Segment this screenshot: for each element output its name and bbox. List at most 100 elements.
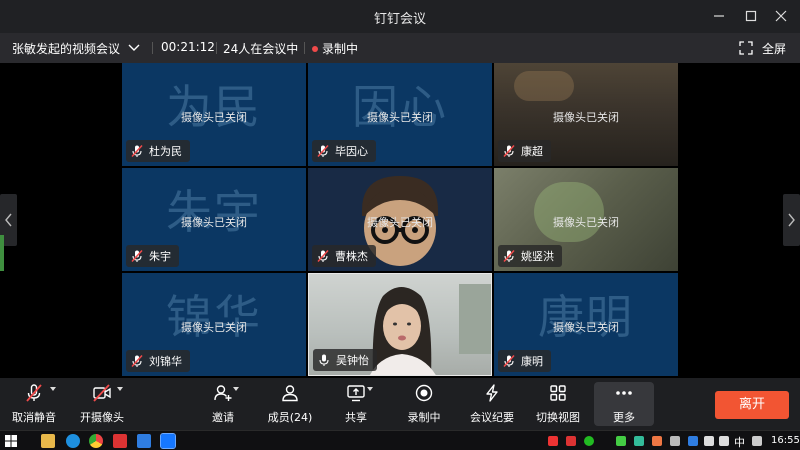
video-tile[interactable]: 摄像头已关闭 康超 xyxy=(494,63,678,166)
members-button[interactable]: 成员(24) xyxy=(266,382,314,426)
chevron-down-icon[interactable] xyxy=(128,44,140,52)
mic-muted-icon xyxy=(131,249,143,263)
camera-off-text: 摄像头已关闭 xyxy=(553,111,619,124)
share-screen-icon xyxy=(347,385,365,402)
mic-muted-icon xyxy=(131,354,143,368)
more-button[interactable]: 更多 xyxy=(600,382,648,426)
share-label: 共享 xyxy=(345,411,367,424)
grid-view-icon xyxy=(550,385,566,401)
divider xyxy=(216,42,217,54)
fullscreen-button[interactable]: 全屏 xyxy=(762,40,786,57)
video-tile[interactable]: 因心 摄像头已关闭 毕因心 xyxy=(308,63,492,166)
edge-browser-icon[interactable] xyxy=(66,434,80,448)
switch-view-button[interactable]: 切换视图 xyxy=(534,382,582,426)
video-grid: 为民 摄像头已关闭 杜为民 因心 摄像头已关闭 毕因心 摄像头已关闭 康超 朱宇… xyxy=(122,63,679,378)
close-icon xyxy=(775,10,787,22)
camera-off-text: 摄像头已关闭 xyxy=(367,216,433,229)
tray-app-icon[interactable] xyxy=(616,436,626,446)
chevron-right-icon xyxy=(788,213,795,227)
maximize-button[interactable] xyxy=(740,6,762,26)
tray-app-icon[interactable] xyxy=(688,436,698,446)
close-button[interactable] xyxy=(770,6,792,26)
system-clock[interactable]: 16:55 xyxy=(771,435,800,446)
wechat-icon[interactable] xyxy=(584,436,594,446)
switch-view-label: 切换视图 xyxy=(536,411,580,424)
camera-options-caret[interactable] xyxy=(117,387,123,391)
mic-muted-icon xyxy=(503,354,515,368)
camera-on-label: 开摄像头 xyxy=(80,411,124,424)
participant-tag: 毕因心 xyxy=(312,140,376,162)
participant-name: 毕因心 xyxy=(335,145,368,158)
tray-app-icon[interactable] xyxy=(670,436,680,446)
mic-muted-icon xyxy=(317,249,329,263)
share-button[interactable]: 共享 xyxy=(342,382,370,426)
more-label: 更多 xyxy=(613,411,635,424)
video-tile[interactable]: 康明 摄像头已关闭 康明 xyxy=(494,273,678,376)
video-tile[interactable]: 摄像头已关闭 姚竖洪 xyxy=(494,168,678,271)
participant-tag: 吴钟怡 xyxy=(313,349,377,371)
mic-muted-icon xyxy=(131,144,143,158)
participant-tag: 刘锦华 xyxy=(126,350,190,372)
recording-dot-icon xyxy=(312,46,318,52)
tray-app-icon[interactable] xyxy=(566,436,576,446)
meeting-minutes-button[interactable]: 会议纪要 xyxy=(468,382,516,426)
participant-name: 杜为民 xyxy=(149,145,182,158)
participant-tag: 朱宇 xyxy=(126,245,179,267)
next-page-button[interactable] xyxy=(783,194,800,246)
video-tile-live[interactable]: 吴钟怡 xyxy=(308,273,492,376)
avatar-text: 锦华 xyxy=(166,290,262,344)
wps-icon[interactable] xyxy=(113,434,127,448)
fullscreen-icon[interactable] xyxy=(739,41,753,55)
leave-button[interactable]: 离开 xyxy=(715,391,789,419)
meeting-minutes-label: 会议纪要 xyxy=(470,411,514,424)
participant-name: 朱宇 xyxy=(149,250,171,263)
invite-options-caret[interactable] xyxy=(233,387,239,391)
dingtalk-icon[interactable] xyxy=(160,433,176,449)
chrome-icon[interactable] xyxy=(89,434,103,448)
app-icon[interactable] xyxy=(137,434,151,448)
minimize-icon xyxy=(714,15,724,17)
participant-tag: 康超 xyxy=(498,140,551,162)
participant-name: 康明 xyxy=(521,355,543,368)
windows-start-icon[interactable] xyxy=(5,435,17,447)
participant-name: 曹株杰 xyxy=(335,250,368,263)
volume-icon[interactable] xyxy=(719,436,729,446)
members-icon xyxy=(282,385,298,402)
mic-options-caret[interactable] xyxy=(50,387,56,391)
background-blur xyxy=(534,182,604,242)
video-tile[interactable]: 为民 摄像头已关闭 杜为民 xyxy=(122,63,306,166)
tray-app-icon[interactable] xyxy=(548,436,558,446)
participant-count[interactable]: 24人在会议中 xyxy=(223,40,298,57)
members-label: 成员(24) xyxy=(267,411,313,424)
input-method-indicator[interactable]: 中 xyxy=(734,434,745,450)
tray-app-icon[interactable] xyxy=(652,436,662,446)
file-explorer-icon[interactable] xyxy=(41,434,55,448)
notification-icon[interactable] xyxy=(752,436,762,446)
recording-button[interactable]: 录制中 xyxy=(406,382,442,426)
video-tile[interactable]: 摄像头已关闭 曹株杰 xyxy=(308,168,492,271)
video-tile[interactable]: 朱宇 摄像头已关闭 朱宇 xyxy=(122,168,306,271)
minimize-button[interactable] xyxy=(708,6,730,26)
tray-app-icon[interactable] xyxy=(634,436,644,446)
wifi-icon[interactable] xyxy=(704,436,714,446)
background-blur xyxy=(514,71,574,101)
camera-off-text: 摄像头已关闭 xyxy=(553,321,619,334)
avatar-text: 因心 xyxy=(352,80,448,134)
share-options-caret[interactable] xyxy=(367,387,373,391)
participant-tag: 杜为民 xyxy=(126,140,190,162)
video-stage: 为民 摄像头已关闭 杜为民 因心 摄像头已关闭 毕因心 摄像头已关闭 康超 朱宇… xyxy=(0,63,800,378)
recording-status[interactable]: 录制中 xyxy=(312,40,358,57)
video-tile[interactable]: 锦华 摄像头已关闭 刘锦华 xyxy=(122,273,306,376)
camera-off-text: 摄像头已关闭 xyxy=(553,216,619,229)
camera-off-text: 摄像头已关闭 xyxy=(181,321,247,334)
lightning-icon xyxy=(486,384,498,402)
participant-name: 吴钟怡 xyxy=(336,354,369,367)
meeting-name[interactable]: 张敏发起的视频会议 xyxy=(12,40,120,57)
avatar-text: 朱宇 xyxy=(166,185,262,239)
meeting-info-bar: 张敏发起的视频会议 00:21:12 24人在会议中 录制中 全屏 xyxy=(0,33,800,63)
title-bar: 钉钉会议 xyxy=(0,0,800,33)
avatar-text: 康明 xyxy=(538,290,634,344)
avatar-text: 为民 xyxy=(166,80,262,134)
mic-muted-icon xyxy=(317,144,329,158)
participant-tag: 曹株杰 xyxy=(312,245,376,267)
